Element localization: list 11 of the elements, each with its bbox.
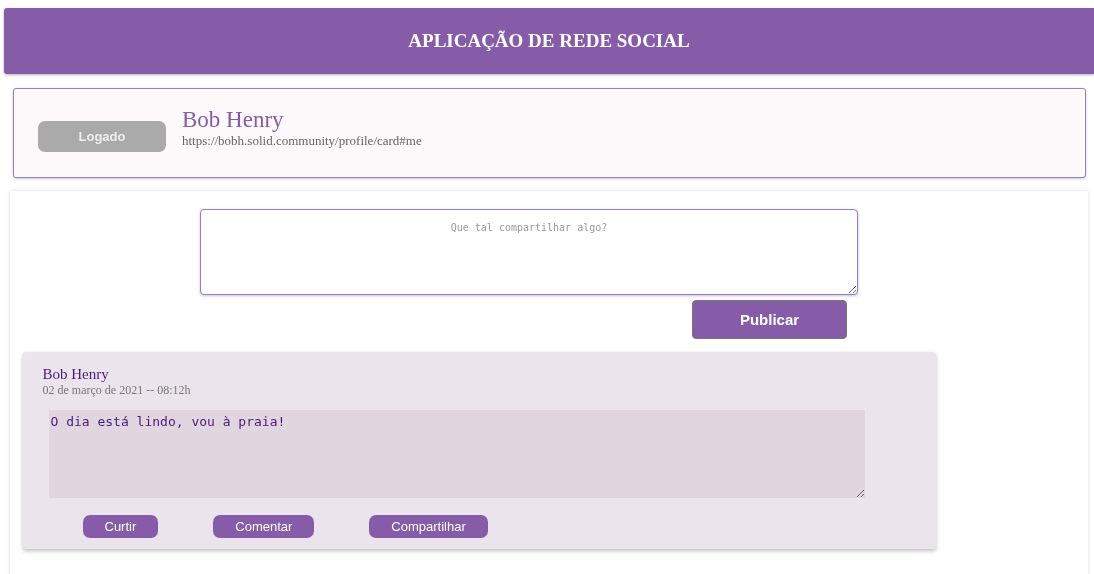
post-action-button[interactable]: Compartilhar bbox=[369, 515, 488, 538]
post-text-field[interactable]: O dia está lindo, vou à praia! bbox=[48, 410, 865, 498]
post-input-field[interactable]: Que tal compartilhar algo? bbox=[200, 209, 858, 295]
post-author: Bob Henry bbox=[42, 366, 110, 383]
publish-button[interactable]: Publicar bbox=[692, 300, 847, 339]
post-action-button[interactable]: Comentar bbox=[213, 515, 315, 538]
post-date: 02 de março de 2021 -- 08:12h bbox=[42, 383, 192, 397]
profile-url: https://bobh.solid.community/profile/card#me bbox=[182, 133, 422, 149]
post-action-button[interactable]: Curtir bbox=[82, 515, 159, 538]
profile-name: Bob Henry bbox=[182, 107, 285, 133]
app-title: APLICAÇÃO DE REDE SOCIAL bbox=[408, 30, 690, 52]
